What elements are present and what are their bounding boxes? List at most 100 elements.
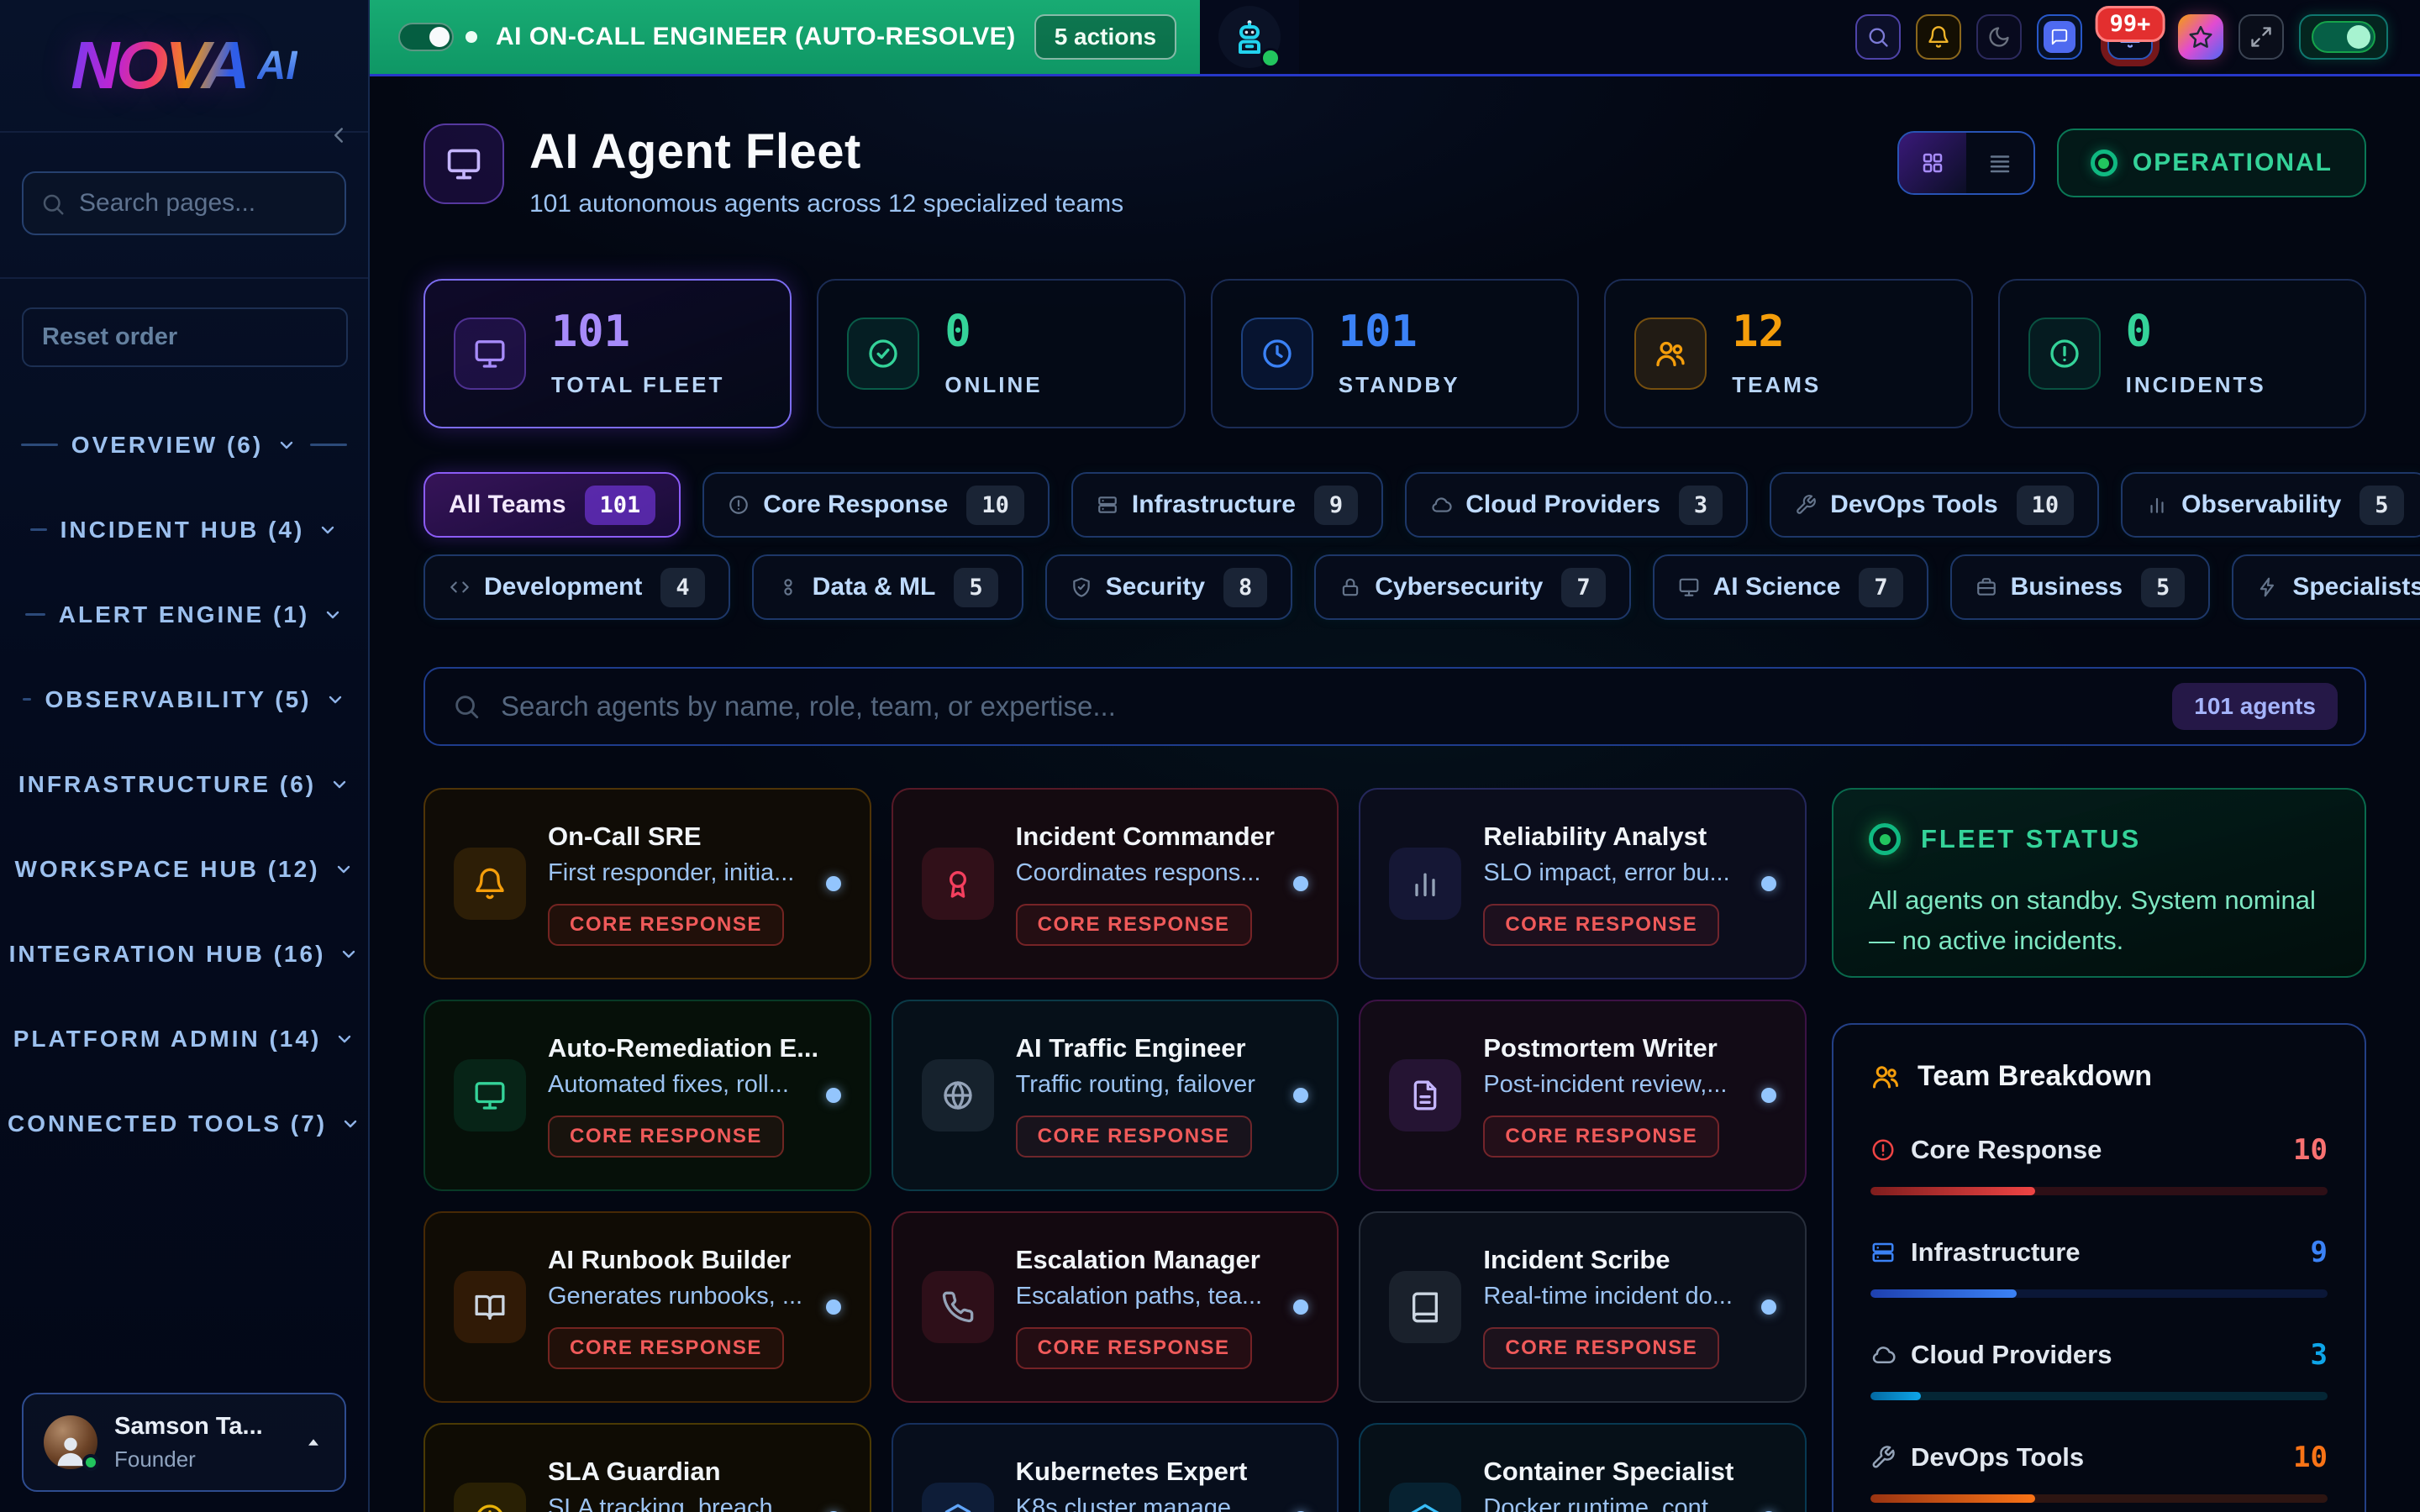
stat-card-teams[interactable]: 12TEAMS — [1604, 279, 1972, 428]
team-row-devops-tools[interactable]: DevOps Tools10 — [1870, 1441, 2328, 1503]
oncall-actions-badge[interactable]: 5 actions — [1034, 14, 1176, 60]
sidebar-item-label: OBSERVABILITY (5) — [45, 686, 311, 713]
data-icon — [777, 576, 799, 598]
sidebar-search-input[interactable] — [22, 171, 346, 235]
agent-card-ai-runbook-builder[interactable]: AI Runbook Builder Generates runbooks, ..… — [424, 1211, 871, 1403]
team-row-core-response[interactable]: Core Response10 — [1870, 1133, 2328, 1195]
sidebar-item-integration-hub-16[interactable]: INTEGRATION HUB (16) — [0, 911, 368, 996]
stat-label: ONLINE — [944, 372, 1042, 398]
monitor-icon — [445, 145, 482, 182]
ai-assistant-button[interactable] — [1200, 0, 1299, 74]
agent-card-postmortem-writer[interactable]: Postmortem WriterPost-incident review,..… — [1359, 1000, 1807, 1191]
grid-view-button[interactable] — [1899, 133, 1966, 193]
filter-chip-devops-tools[interactable]: DevOps Tools 10 — [1770, 472, 2099, 538]
sidebar-item-observability-5[interactable]: OBSERVABILITY (5) — [0, 657, 368, 742]
filter-count: 101 — [585, 486, 656, 525]
dark-mode-button[interactable] — [1976, 14, 2022, 60]
chat-button[interactable] — [2037, 14, 2082, 60]
agent-team-tag: CORE RESPONSE — [1483, 1327, 1719, 1369]
team-row-infrastructure[interactable]: Infrastructure9 — [1870, 1236, 2328, 1298]
filter-label: AI Science — [1713, 573, 1841, 601]
team-row-cloud-providers[interactable]: Cloud Providers3 — [1870, 1338, 2328, 1400]
sidebar: NOVA AI Reset order OVERVIEW (6)INCIDENT… — [0, 0, 370, 1512]
agent-status-dot — [1293, 876, 1308, 891]
sidebar-item-platform-admin-14[interactable]: PLATFORM ADMIN (14) — [0, 996, 368, 1081]
stat-card-online[interactable]: 0ONLINE — [817, 279, 1185, 428]
online-status-dot — [82, 1454, 99, 1471]
app-logo[interactable]: NOVA AI — [0, 0, 368, 133]
user-name: Samson Ta... — [114, 1413, 263, 1441]
list-view-button[interactable] — [1966, 133, 2033, 193]
filter-chip-infrastructure[interactable]: Infrastructure9 — [1071, 472, 1383, 538]
agent-search-input[interactable] — [501, 690, 2152, 722]
agent-card-incident-scribe[interactable]: Incident ScribeReal-time incident do...C… — [1359, 1211, 1807, 1403]
stat-card-incidents[interactable]: 0INCIDENTS — [1998, 279, 2366, 428]
filter-chip-all-teams[interactable]: All Teams101 — [424, 472, 681, 538]
robot-icon — [1229, 17, 1270, 57]
filter-chip-cybersecurity[interactable]: Cybersecurity7 — [1314, 554, 1630, 620]
notifications-button[interactable]: 99+ — [2107, 14, 2153, 60]
team-filter-row-2: Development4 Data & ML5 Security8 Cybersecu… — [424, 554, 2366, 620]
filter-chip-ai-science[interactable]: AI Science7 — [1653, 554, 1928, 620]
alerts-bell-button[interactable] — [1916, 14, 1961, 60]
sidebar-item-connected-tools-7[interactable]: CONNECTED TOOLS (7) — [0, 1081, 368, 1166]
sidebar-collapse-button[interactable] — [319, 116, 358, 155]
agent-title: AI Runbook Builder — [548, 1245, 802, 1275]
filter-chip-business[interactable]: Business5 — [1950, 554, 2211, 620]
agent-card-escalation-manager[interactable]: Escalation ManagerEscalation paths, tea.… — [892, 1211, 1339, 1403]
global-search-button[interactable] — [1855, 14, 1901, 60]
book-open-icon — [473, 1290, 507, 1324]
logo-text: NOVA — [71, 27, 246, 104]
sidebar-item-incident-hub-4[interactable]: INCIDENT HUB (4) — [0, 487, 368, 572]
nav-dash — [25, 613, 45, 616]
favorites-button[interactable] — [2178, 14, 2223, 60]
agent-card-on-call-sre[interactable]: On-Call SREFirst responder, initia...COR… — [424, 788, 871, 979]
filter-chip-core-response[interactable]: Core Response10 — [702, 472, 1050, 538]
user-card[interactable]: Samson Ta... Founder — [22, 1393, 346, 1492]
filter-chip-observability[interactable]: Observability5 — [2121, 472, 2420, 538]
agent-card-reliability-analyst[interactable]: Reliability AnalystSLO impact, error bu.… — [1359, 788, 1807, 979]
stat-card-standby[interactable]: 101STANDBY — [1211, 279, 1579, 428]
agent-card-incident-commander[interactable]: Incident CommanderCoordinates respons...… — [892, 788, 1339, 979]
globe-icon — [941, 1079, 975, 1112]
chevron-down-icon — [323, 605, 343, 625]
cloud-icon — [1430, 494, 1452, 516]
filter-chip-specialists[interactable]: Specialists28 — [2232, 554, 2420, 620]
sidebar-item-infrastructure-6[interactable]: INFRASTRUCTURE (6) — [0, 742, 368, 827]
oncall-toggle[interactable] — [398, 23, 454, 51]
oncall-banner-label: AI ON-CALL ENGINEER (AUTO-RESOLVE) — [496, 23, 1016, 51]
agent-card-auto-remediation-e[interactable]: Auto-Remediation E...Automated fixes, ro… — [424, 1000, 871, 1191]
sidebar-item-workspace-hub-12[interactable]: WORKSPACE HUB (12) — [0, 827, 368, 911]
team-name: Core Response — [1911, 1135, 2102, 1165]
agent-subtitle: Generates runbooks, ... — [548, 1283, 802, 1310]
sidebar-item-overview-6[interactable]: OVERVIEW (6) — [0, 402, 368, 487]
agent-card-ai-traffic-engineer[interactable]: AI Traffic EngineerTraffic routing, fail… — [892, 1000, 1339, 1191]
sidebar-item-label: ALERT ENGINE (1) — [59, 601, 309, 628]
filter-chip-development[interactable]: Development4 — [424, 554, 730, 620]
reset-order-button[interactable]: Reset order — [22, 307, 348, 367]
filter-label: DevOps Tools — [1830, 491, 1997, 519]
team-count: 3 — [2311, 1338, 2328, 1372]
fullscreen-button[interactable] — [2238, 14, 2284, 60]
live-mode-toggle[interactable] — [2299, 14, 2388, 60]
star-icon — [2188, 24, 2213, 50]
agent-card-kubernetes-expert[interactable]: Kubernetes ExpertK8s cluster manage...CO… — [892, 1423, 1339, 1512]
agent-card-sla-guardian[interactable]: SLA GuardianSLA tracking, breach ...CORE… — [424, 1423, 871, 1512]
filter-chip-data-ml[interactable]: Data & ML5 — [752, 554, 1023, 620]
user-menu-caret-icon[interactable] — [302, 1431, 324, 1453]
status-dot — [2091, 150, 2118, 176]
filter-chip-cloud-providers[interactable]: Cloud Providers3 — [1405, 472, 1748, 538]
filter-chip-security[interactable]: Security8 — [1045, 554, 1293, 620]
code-icon — [449, 576, 471, 598]
team-progress-fill — [1870, 1494, 2035, 1503]
stat-card-total-fleet[interactable]: 101TOTAL FLEET — [424, 279, 792, 428]
chevron-down-icon — [340, 1114, 360, 1134]
sidebar-item-alert-engine-1[interactable]: ALERT ENGINE (1) — [0, 572, 368, 657]
monitor-icon — [473, 1079, 507, 1112]
agent-team-tag: CORE RESPONSE — [548, 1327, 784, 1369]
agent-card-container-specialist[interactable]: Container SpecialistDocker runtime, cont… — [1359, 1423, 1807, 1512]
page-header: AI Agent Fleet 101 autonomous agents acr… — [424, 123, 2366, 218]
filter-count: 10 — [2017, 486, 2075, 525]
team-progress-fill — [1870, 1289, 2017, 1298]
team-filter-row-1: All Teams101 Core Response10 Infrastructur… — [424, 472, 2366, 538]
